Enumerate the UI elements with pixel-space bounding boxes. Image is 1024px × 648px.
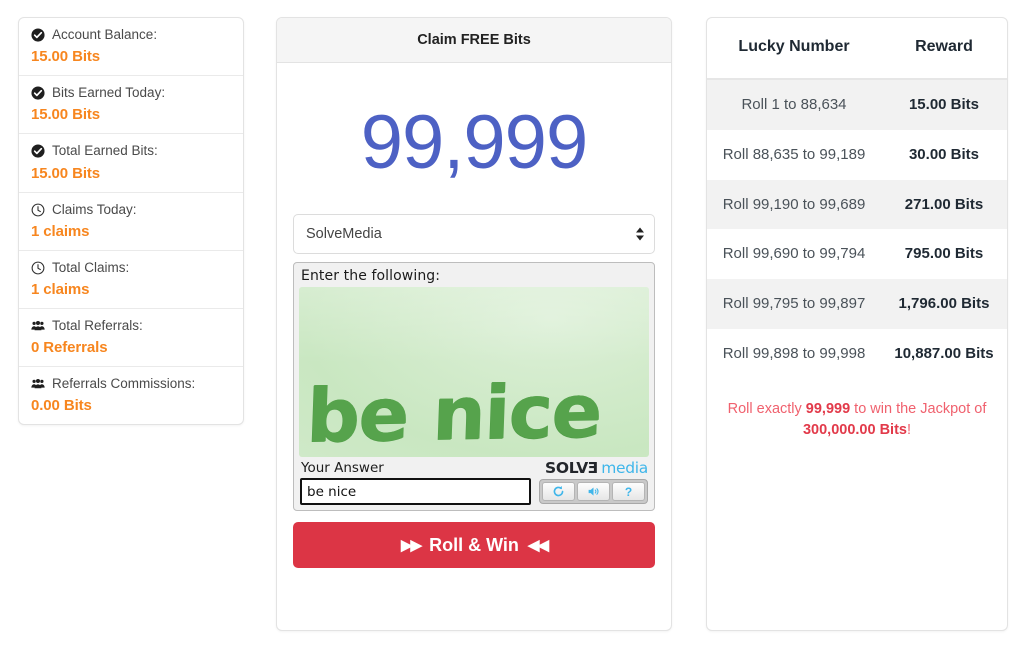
solvemedia-captcha-widget: Enter the following: be nice Your Answer… (293, 262, 655, 512)
users-icon (31, 377, 45, 391)
captcha-provider-select-wrapper[interactable]: SolveMedia (293, 214, 655, 255)
lucky-number-range: Roll 99,190 to 99,689 (722, 195, 866, 213)
table-row: Roll 99,795 to 99,897 1,796.00 Bits (707, 279, 1007, 329)
stat-label-text: Total Referrals: (52, 317, 143, 333)
help-icon[interactable]: ? (612, 482, 645, 502)
stat-item-bits-earned-today: Bits Earned Today: 15.00 Bits (19, 76, 243, 135)
lucky-number-range: Roll 88,635 to 99,189 (722, 145, 866, 163)
solvemedia-brand-column: SOLVE media ? (539, 459, 648, 505)
stat-item-total-referrals: Total Referrals: 0 Referrals (19, 309, 243, 368)
captcha-answer-input[interactable] (300, 478, 531, 506)
captcha-challenge-image: be nice (299, 287, 649, 458)
rewards-table: Lucky Number Reward Roll 1 to 88,634 15.… (707, 18, 1007, 379)
table-row: Roll 99,190 to 99,689 271.00 Bits (707, 179, 1007, 230)
captcha-prompt-label: Enter the following: (301, 268, 441, 285)
lucky-number-range: Roll 99,690 to 99,794 (722, 245, 866, 263)
reward-amount: 30.00 Bits (908, 145, 980, 163)
play-forward-icon: ▶▶ (401, 537, 422, 555)
check-circle-icon (31, 28, 45, 42)
stat-label-text: Account Balance: (52, 27, 158, 42)
clock-icon (31, 261, 45, 275)
stat-value: 0 Referrals (31, 339, 108, 357)
lucky-number-range: Roll 99,898 to 99,998 (722, 344, 866, 362)
audio-icon[interactable] (577, 482, 610, 502)
reward-amount: 1,796.00 Bits (898, 295, 990, 312)
stat-value: 1 claims (31, 222, 90, 240)
roll-and-win-label: Roll & Win (429, 534, 519, 555)
rewards-panel: Lucky Number Reward Roll 1 to 88,634 15.… (706, 17, 1008, 631)
table-header-row: Lucky Number Reward (707, 18, 1007, 80)
lucky-number-range: Roll 1 to 88,634 (741, 96, 847, 113)
reward-amount: 271.00 Bits (904, 195, 984, 213)
jackpot-suffix: ! (906, 422, 912, 439)
captcha-controls: ? (539, 479, 648, 505)
stat-label: Referrals Commissions: (31, 376, 231, 392)
stat-label: Total Referrals: (31, 318, 231, 334)
claim-panel: Claim FREE Bits 99,999 SolveMedia Enter … (276, 17, 672, 631)
stat-item-account-balance: Account Balance: 15.00 Bits (19, 18, 243, 77)
solvemedia-logo-solve: SOLVE (545, 459, 598, 477)
play-backward-icon: ◀◀ (527, 537, 549, 555)
rewards-table-body: Roll 1 to 88,634 15.00 Bits Roll 88,635 … (707, 79, 1007, 379)
column-header-lucky-number: Lucky Number (707, 18, 881, 80)
stat-label-text: Total Claims: (52, 259, 130, 275)
stat-label: Account Balance: (31, 27, 231, 43)
account-stats-panel: Account Balance: 15.00 Bits Bits Earned … (18, 17, 244, 426)
captcha-provider-selected-value: SolveMedia (306, 226, 382, 243)
claim-panel-body: 99,999 SolveMedia Enter the following: b… (277, 63, 671, 584)
reward-amount: 795.00 Bits (904, 245, 984, 263)
stat-label-text: Referrals Commissions: (52, 376, 196, 392)
stat-value: 0.00 Bits (31, 397, 92, 415)
captcha-footer: Your Answer SOLVEmedia (299, 457, 649, 506)
stat-item-total-earned-bits: Total Earned Bits: 15.00 Bits (19, 134, 243, 193)
table-row: Roll 99,898 to 99,998 10,887.00 Bits (707, 328, 1007, 379)
stat-label: Bits Earned Today: (31, 85, 231, 101)
reward-amount: 15.00 Bits (908, 96, 980, 113)
users-icon (31, 319, 45, 333)
stat-value: 15.00 Bits (31, 164, 101, 182)
stat-label: Total Earned Bits: (31, 143, 231, 159)
table-row: Roll 1 to 88,634 15.00 Bits (707, 79, 1007, 130)
table-row: Roll 99,690 to 99,794 795.00 Bits (707, 229, 1007, 279)
roll-and-win-button[interactable]: ▶▶ Roll & Win ◀◀ (293, 522, 655, 569)
captcha-challenge-text: be nice (305, 368, 603, 458)
stat-label: Claims Today: (31, 202, 231, 218)
captcha-answer-label: Your Answer (301, 460, 384, 477)
clock-icon (31, 203, 45, 217)
check-circle-icon (31, 86, 45, 100)
solvemedia-logo-media: media (601, 459, 648, 478)
rewards-table-head: Lucky Number Reward (707, 18, 1007, 80)
stat-label: Total Claims: (31, 260, 231, 276)
captcha-answer-column: Your Answer (300, 459, 531, 506)
table-row: Roll 88,635 to 99,189 30.00 Bits (707, 129, 1007, 180)
stat-value: 15.00 Bits (31, 106, 101, 124)
solvemedia-logo: SOLVE media (539, 459, 648, 478)
solvemedia-logo-solve-text: SOLV (545, 459, 588, 478)
claim-panel-title: Claim FREE Bits (277, 18, 671, 63)
jackpot-amount: 300,000.00 Bits (802, 422, 907, 439)
column-header-reward: Reward (881, 18, 1007, 80)
jackpot-prefix: Roll exactly (727, 400, 806, 417)
stat-value: 1 claims (31, 280, 90, 298)
jackpot-number: 99,999 (805, 400, 851, 417)
solvemedia-logo-reversed-e: E (587, 459, 599, 478)
lucky-number-range: Roll 99,795 to 99,897 (722, 295, 866, 312)
jackpot-note: Roll exactly 99,999 to win the Jackpot o… (707, 379, 1007, 443)
page-root: Account Balance: 15.00 Bits Bits Earned … (0, 0, 1024, 648)
rolled-number-display: 99,999 (360, 100, 588, 185)
stat-label-text: Total Earned Bits: (52, 143, 158, 159)
refresh-icon[interactable] (542, 482, 575, 502)
stat-label-text: Bits Earned Today: (52, 85, 166, 101)
stat-item-referrals-commissions: Referrals Commissions: 0.00 Bits (19, 367, 243, 424)
check-circle-icon (31, 144, 45, 159)
stat-value: 15.00 Bits (31, 48, 101, 66)
stat-item-claims-today: Claims Today: 1 claims (19, 193, 243, 251)
reward-amount: 10,887.00 Bits (894, 344, 994, 362)
stat-item-total-claims: Total Claims: 1 claims (19, 251, 243, 309)
jackpot-middle: to win the Jackpot of (850, 400, 987, 417)
captcha-provider-select[interactable]: SolveMedia (293, 214, 655, 255)
stat-label-text: Claims Today: (52, 201, 137, 217)
